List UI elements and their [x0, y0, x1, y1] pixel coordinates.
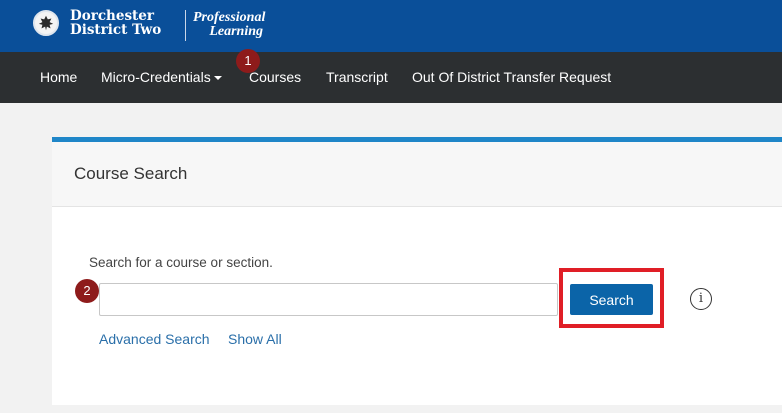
nav-item-label: Home — [40, 69, 78, 85]
course-search-card: Course Search Search for a course or sec… — [52, 137, 782, 405]
advanced-search-link[interactable]: Advanced Search — [99, 331, 210, 347]
nav-item-out-of-district-transfer[interactable]: Out Of District Transfer Request — [412, 52, 611, 103]
seal-graphic — [38, 15, 54, 31]
nav-item-label: Transcript — [326, 69, 388, 85]
district-name-line1: Dorchester — [70, 8, 154, 24]
nav-item-home[interactable]: Home — [40, 52, 77, 103]
step-badge-1: 1 — [236, 49, 260, 73]
district-name-line2: District Two — [70, 22, 162, 38]
nav-item-label: Micro-Credentials — [101, 69, 211, 85]
main-nav: Home Micro-Credentials Courses Transcrip… — [0, 52, 782, 103]
site-subtitle: Professional Learning — [193, 11, 265, 39]
card-header: Course Search — [52, 142, 782, 207]
nav-item-micro-credentials[interactable]: Micro-Credentials — [101, 52, 222, 103]
district-name[interactable]: Dorchester District Two — [70, 9, 161, 37]
nav-item-label: Courses — [249, 69, 302, 85]
search-input[interactable] — [99, 283, 558, 316]
brand-divider — [185, 10, 186, 41]
step-badge-2: 2 — [75, 279, 99, 303]
show-all-link[interactable]: Show All — [228, 331, 282, 347]
page-title: Course Search — [74, 164, 188, 183]
district-seal-icon[interactable] — [33, 10, 59, 36]
search-button[interactable]: Search — [570, 284, 653, 315]
site-subtitle-line2: Learning — [209, 24, 264, 39]
nav-item-label: Out Of District Transfer Request — [412, 69, 612, 85]
info-icon[interactable]: i — [690, 288, 712, 310]
brand-header: Dorchester District Two Professional Lea… — [0, 0, 782, 52]
search-prompt: Search for a course or section. — [89, 255, 273, 270]
site-subtitle-line1: Professional — [193, 10, 266, 25]
nav-item-transcript[interactable]: Transcript — [326, 52, 388, 103]
caret-down-icon — [213, 76, 222, 81]
